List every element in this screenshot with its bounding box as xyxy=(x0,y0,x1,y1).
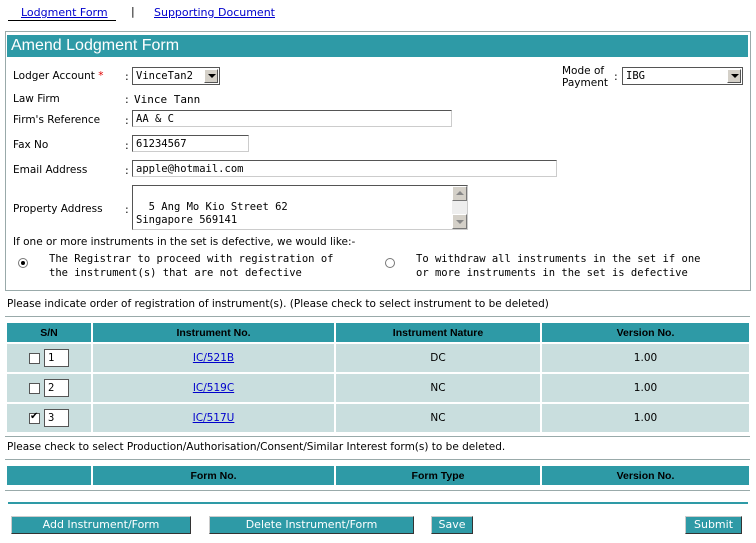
chevron-down-icon[interactable] xyxy=(204,69,218,83)
option-withdraw-radio[interactable] xyxy=(385,258,395,268)
colon: : xyxy=(125,114,129,127)
instrument-link[interactable]: IC/519C xyxy=(193,382,234,394)
lodger-account-select[interactable]: VinceTan2 xyxy=(132,67,220,85)
option-proceed-radio[interactable] xyxy=(18,258,28,268)
colon: : xyxy=(125,70,129,83)
lodger-account-label: Lodger Account * xyxy=(13,70,104,82)
table-row: 1 IC/521B DC 1.00 xyxy=(7,344,749,372)
email-address-label: Email Address xyxy=(13,164,88,176)
fax-no-input[interactable]: 61234567 xyxy=(132,135,249,152)
forms-instruction: Please check to select Production/Author… xyxy=(7,441,506,453)
divider xyxy=(5,436,750,437)
colon: : xyxy=(125,203,129,216)
accent-divider xyxy=(8,502,748,504)
row-select-checkbox[interactable] xyxy=(29,382,40,394)
mode-of-payment-value: IBG xyxy=(626,70,645,82)
law-firm-label: Law Firm xyxy=(13,93,60,105)
colon: : xyxy=(125,164,129,177)
option-proceed-label: The Registrar to proceed with registrati… xyxy=(49,253,334,279)
sn-input[interactable]: 2 xyxy=(44,379,69,397)
table-row: 3 IC/517U NC 1.00 xyxy=(7,404,749,432)
firms-reference-label: Firm's Reference xyxy=(13,114,101,126)
delete-instrument-form-button[interactable]: Delete Instrument/Form xyxy=(209,516,414,534)
version-no: 1.00 xyxy=(542,344,749,372)
table-header-row: S/N Instrument No. Instrument Nature Ver… xyxy=(7,323,749,342)
instrument-nature: NC xyxy=(336,404,540,432)
instrument-link[interactable]: IC/517U xyxy=(193,412,235,424)
column-header-instrument-no: Instrument No. xyxy=(93,323,334,342)
divider xyxy=(5,490,750,491)
forms-table: Form No. Form Type Version No. xyxy=(5,464,751,487)
tab-separator: | xyxy=(131,5,135,18)
instrument-link[interactable]: IC/521B xyxy=(193,352,234,364)
mode-of-payment-select[interactable]: IBG xyxy=(622,67,743,85)
required-mark: * xyxy=(98,70,104,82)
property-address-textarea[interactable]: 5 Ang Mo Kio Street 62 Singapore 569141 xyxy=(132,185,468,230)
row-select-checkbox[interactable] xyxy=(29,411,40,424)
column-header-version-no: Version No. xyxy=(542,323,749,342)
save-button[interactable]: Save xyxy=(431,516,473,534)
colon: : xyxy=(614,70,618,83)
version-no: 1.00 xyxy=(542,374,749,402)
colon: : xyxy=(125,93,129,106)
scroll-up-icon[interactable] xyxy=(452,186,467,201)
instrument-nature: NC xyxy=(336,374,540,402)
column-header-sn: S/N xyxy=(7,323,91,342)
add-instrument-form-button[interactable]: Add Instrument/Form xyxy=(11,516,191,534)
table-header-row: Form No. Form Type Version No. xyxy=(7,466,749,485)
sn-input[interactable]: 3 xyxy=(44,409,69,427)
instrument-nature: DC xyxy=(336,344,540,372)
divider xyxy=(5,459,750,460)
property-address-label: Property Address xyxy=(13,203,103,215)
submit-button[interactable]: Submit xyxy=(685,516,742,534)
active-tab-underline xyxy=(8,20,116,21)
divider xyxy=(5,316,750,317)
email-address-input[interactable]: apple@hotmail.com xyxy=(132,160,557,177)
chevron-down-icon[interactable] xyxy=(727,69,741,83)
fax-no-label: Fax No xyxy=(13,139,49,151)
option-withdraw-label: To withdraw all instruments in the set i… xyxy=(416,253,701,279)
column-header-instrument-nature: Instrument Nature xyxy=(336,323,540,342)
law-firm-value: Vince Tann xyxy=(134,93,201,106)
row-select-checkbox[interactable] xyxy=(29,352,40,364)
scroll-down-icon[interactable] xyxy=(452,214,467,229)
sn-input[interactable]: 1 xyxy=(44,349,69,367)
page-title: Amend Lodgment Form xyxy=(7,35,748,57)
colon: : xyxy=(125,139,129,152)
lodger-account-value: VinceTan2 xyxy=(136,70,193,82)
column-header-form-type: Form Type xyxy=(336,466,540,485)
defective-prompt: If one or more instruments in the set is… xyxy=(13,236,356,248)
column-header-blank xyxy=(7,466,91,485)
tab-supporting-document[interactable]: Supporting Document xyxy=(154,6,275,19)
version-no: 1.00 xyxy=(542,404,749,432)
table-row: 2 IC/519C NC 1.00 xyxy=(7,374,749,402)
instrument-instruction: Please indicate order of registration of… xyxy=(7,298,549,310)
column-header-version-no: Version No. xyxy=(542,466,749,485)
property-address-scrollbar[interactable] xyxy=(452,186,467,229)
firms-reference-input[interactable]: AA & C xyxy=(132,110,452,127)
column-header-form-no: Form No. xyxy=(93,466,334,485)
property-address-value: 5 Ang Mo Kio Street 62 Singapore 569141 xyxy=(136,201,288,226)
mode-of-payment-label: Mode of Payment xyxy=(562,65,608,89)
instrument-table: S/N Instrument No. Instrument Nature Ver… xyxy=(5,321,751,434)
tab-lodgment-form[interactable]: Lodgment Form xyxy=(21,6,108,19)
